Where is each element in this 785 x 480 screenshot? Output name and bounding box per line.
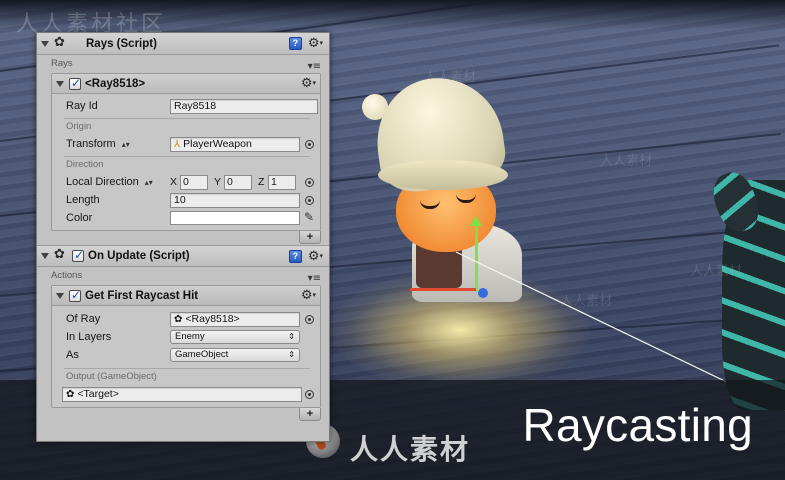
rays-section-label: Rays ▾≡ [37,55,329,73]
header-actions: ⚙▾ [301,77,316,90]
script-component-icon [54,247,68,263]
add-action-button[interactable]: + [299,408,321,421]
of-ray-value: <Ray8518> [185,312,240,325]
up-down-arrows-icon[interactable]: ▴▾ [145,178,153,187]
in-layers-label: In Layers [66,331,112,343]
ray-item-box: <Ray8518> ⚙▾ Ray Id Ray8518 Origin Trans… [51,73,321,231]
color-row: Color ✎ [52,209,320,227]
of-ray-field[interactable]: ✿ <Ray8518> [170,311,300,327]
rays-section-text: Rays [51,58,73,69]
actions-add-tab: + [37,408,329,422]
x-axis-label: X [170,176,178,188]
onupdate-enabled-checkbox[interactable] [72,248,84,262]
of-ray-row: Of Ray ✿ <Ray8518> [52,310,320,328]
script-component-icon: ✿ [66,388,75,400]
in-layers-row: In Layers Enemy ⇕ [52,328,320,346]
gear-dropdown-icon[interactable]: ⚙▾ [308,37,323,50]
as-value: GameObject [175,349,229,360]
as-label: As [66,349,79,361]
transform-value: PlayerWeapon [183,137,252,150]
output-value: <Target> [77,387,119,400]
local-direction-label-text: Local Direction [66,176,139,188]
ray-item-header[interactable]: <Ray8518> ⚙▾ [52,74,320,94]
object-picker-icon[interactable] [305,389,314,399]
add-ray-button[interactable]: + [299,231,321,244]
watermark-side: 人人素材 [424,70,477,85]
length-field[interactable]: 10 [170,192,300,208]
length-row: Length 10 [52,191,320,209]
transform-label-text: Transform [66,138,116,150]
onupdate-component-header[interactable]: On Update (Script) ? ⚙▾ [37,245,329,267]
rays-component-header[interactable]: Rays (Script) ? ⚙▾ [37,33,329,55]
ray-item-title: <Ray8518> [85,77,146,90]
header-actions: ⚙▾ [301,289,316,302]
y-axis-label: Y [214,176,222,188]
y-field[interactable]: 0 [224,174,252,190]
as-dropdown[interactable]: GameObject ⇕ [170,348,300,362]
foldout-arrow-icon[interactable] [56,80,64,87]
direction-vector: X 0 Y 0 Z 1 [170,174,302,190]
object-picker-icon[interactable] [305,314,314,324]
up-down-arrows-icon[interactable]: ▴▾ [122,140,130,149]
action-enabled-checkbox[interactable] [69,288,81,302]
watermark-side: 人人素材 [600,154,653,169]
origin-group-label: Origin [66,121,92,132]
rays-add-tab: + [37,231,329,245]
ray-id-field[interactable]: Ray8518 [170,98,318,114]
video-caption: Raycasting [522,399,753,451]
color-field[interactable] [170,211,300,225]
header-actions: ? ⚙▾ [288,250,323,263]
action-item-header[interactable]: Get First Raycast Hit ⚙▾ [52,286,320,306]
ray-id-label: Ray Id [66,100,98,112]
script-component-icon: ✿ [174,313,183,325]
watermark-side: 人人素材 [690,264,743,279]
as-row: As GameObject ⇕ [52,346,320,364]
z-field[interactable]: 1 [268,174,296,190]
ray-id-row: Ray Id Ray8518 [52,97,320,115]
foldout-arrow-icon[interactable] [41,253,49,259]
z-axis-label: Z [258,176,265,188]
output-field[interactable]: ✿ <Target> [62,386,302,402]
in-layers-value: Enemy [175,331,205,342]
gear-dropdown-icon[interactable]: ⚙▾ [301,289,316,302]
x-field[interactable]: 0 [180,174,208,190]
color-label: Color [66,212,93,224]
foldout-arrow-icon[interactable] [56,292,64,299]
eyedropper-icon[interactable]: ✎ [304,210,314,224]
help-book-icon[interactable]: ? [288,37,302,50]
foldout-arrow-icon[interactable] [41,40,49,47]
of-ray-label: Of Ray [66,313,101,325]
direction-group-label: Direction [66,159,104,170]
object-picker-icon[interactable] [305,139,314,149]
output-label: Output (GameObject) [66,371,157,382]
onupdate-component-title: On Update (Script) [88,250,190,262]
header-actions: ? ⚙▾ [288,37,323,50]
object-picker-icon[interactable] [305,177,314,187]
inspector-panel: Rays (Script) ? ⚙▾ Rays ▾≡ <Ray8518> ⚙▾ … [36,32,330,442]
local-direction-row: Local Direction ▴▾ X 0 Y 0 Z 1 [52,173,320,191]
transform-label: Transform ▴▾ [66,138,170,150]
rays-component-title: Rays (Script) [86,37,157,50]
gear-dropdown-icon[interactable]: ⚙▾ [308,250,323,263]
dropdown-caret-icon: ⇕ [288,350,295,359]
action-item-title: Get First Raycast Hit [85,289,199,302]
transform-row: Transform ▴▾ ⅄ PlayerWeapon [52,135,320,153]
actions-section-text: Actions [51,270,83,281]
gear-dropdown-icon[interactable]: ⚙▾ [301,77,316,90]
ray-enabled-checkbox[interactable] [69,76,81,90]
watermark-side: 人人素材 [560,294,613,309]
action-item-box: Get First Raycast Hit ⚙▾ Of Ray ✿ <Ray85… [51,285,321,408]
transform-axes-icon: ⅄ [174,138,181,150]
script-component-icon [54,35,68,51]
transform-field[interactable]: ⅄ PlayerWeapon [170,136,300,152]
object-picker-icon[interactable] [305,195,314,205]
help-book-icon[interactable]: ? [288,250,302,263]
in-layers-dropdown[interactable]: Enemy ⇕ [170,330,300,344]
local-direction-label: Local Direction ▴▾ [66,176,170,188]
actions-section-label: Actions ▾≡ [37,267,329,285]
output-row: ✿ <Target> [52,385,320,403]
watermark-brand: 人人素材 [350,433,471,466]
dropdown-caret-icon: ⇕ [288,332,295,341]
length-label: Length [66,194,100,206]
